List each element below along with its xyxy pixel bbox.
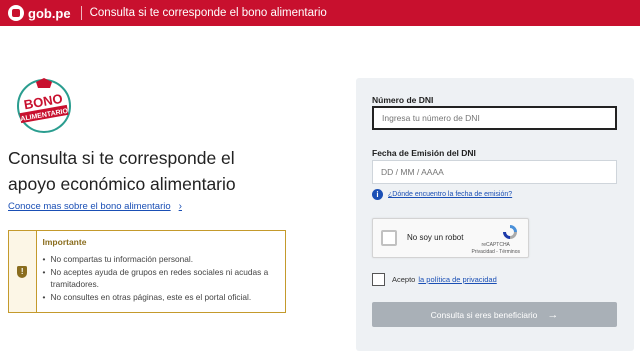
recaptcha-checkbox[interactable] (381, 230, 397, 246)
dni-input[interactable] (372, 106, 617, 130)
recaptcha-brand: reCAPTCHA Privacidad - Términos (471, 242, 520, 256)
notice-item: No aceptes ayuda de grupos en redes soci… (43, 266, 279, 291)
gob-pe-logo-icon (8, 5, 24, 21)
recaptcha-label: No soy un robot (407, 233, 464, 242)
dni-label: Número de DNI (372, 95, 434, 105)
notice-title: Importante (42, 237, 87, 247)
recaptcha-brand-name: reCAPTCHA (481, 242, 510, 248)
more-info-link[interactable]: Conoce mas sobre el bono alimentario › (8, 201, 182, 212)
notice-body: Importante No compartas tu información p… (37, 231, 285, 312)
date-help: i ¿Dónde encuentro la fecha de emisión? (372, 189, 512, 200)
date-label: Fecha de Emisión del DNI (372, 148, 476, 158)
privacy-checkbox[interactable] (372, 273, 385, 286)
shield-icon: ! (17, 265, 28, 278)
date-help-link[interactable]: ¿Dónde encuentro la fecha de emisión? (388, 191, 512, 198)
info-icon: i (372, 189, 383, 200)
notice-item: No consultes en otras páginas, este es e… (43, 291, 279, 304)
page-heading: Consulta si te corresponde el apoyo econ… (8, 145, 308, 197)
gob-pe-logo[interactable]: gob.pe (8, 5, 71, 21)
page-heading-line2: apoyo económico alimentario (8, 174, 236, 194)
chevron-right-icon: › (178, 201, 182, 212)
header-divider (80, 6, 82, 20)
recaptcha-widget: No soy un robot reCAPTCHA Privacidad - T… (372, 218, 529, 258)
privacy-policy-link[interactable]: la política de privacidad (418, 275, 496, 284)
header-title: Consulta si te corresponde el bono alime… (89, 7, 327, 19)
top-bar: gob.pe Consulta si te corresponde el bon… (0, 0, 640, 26)
date-input[interactable] (372, 160, 617, 184)
arrow-right-icon: → (547, 308, 559, 321)
recaptcha-logo-icon (503, 225, 517, 239)
notice-icon-column: ! (9, 231, 37, 312)
consent-label: Acepto (392, 275, 416, 284)
page-heading-line1: Consulta si te corresponde el (8, 148, 235, 168)
notice-list: No compartas tu información personal. No… (43, 253, 279, 303)
recaptcha-terms[interactable]: Privacidad - Términos (471, 249, 520, 256)
logo-text: gob.pe (28, 5, 71, 21)
submit-button[interactable]: Consulta si eres beneficiario → (372, 302, 617, 327)
bono-alimentario-badge: BONO ALIMENTARIO (17, 78, 71, 133)
important-notice: ! Importante No compartas tu información… (8, 230, 286, 313)
notice-item: No compartas tu información personal. (43, 253, 279, 266)
more-info-label: Conoce mas sobre el bono alimentario (8, 201, 171, 212)
submit-label: Consulta si eres beneficiario (430, 309, 538, 320)
privacy-consent: Acepto la política de privacidad (372, 273, 497, 286)
